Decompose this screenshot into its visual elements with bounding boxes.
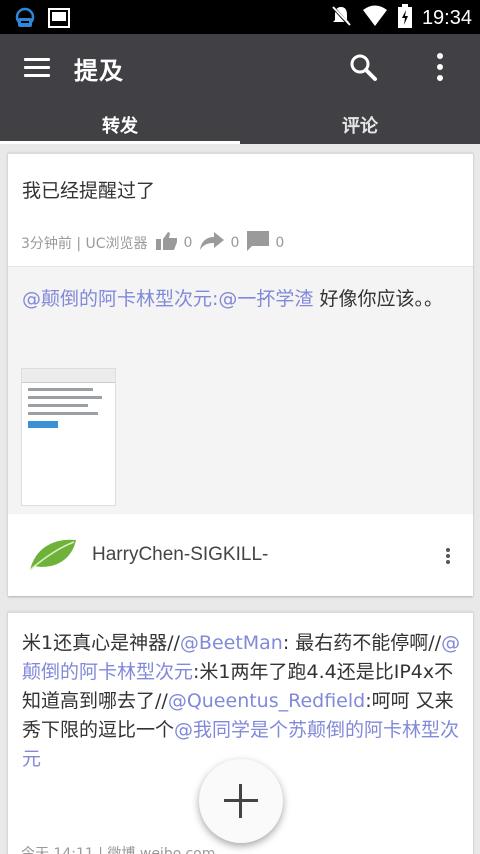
mention-link[interactable]: @BeetMan xyxy=(180,632,283,654)
search-icon[interactable] xyxy=(348,52,378,82)
status-time: 19:34 xyxy=(421,6,472,29)
repost-count: 0 xyxy=(230,235,240,251)
like-count: 0 xyxy=(183,235,193,251)
post-meta: 今天 14:11 | 微博 weibo.com xyxy=(21,846,216,854)
overflow-menu-icon[interactable] xyxy=(434,52,446,82)
comment-icon[interactable] xyxy=(247,231,270,255)
comment-meta: 3分钟前 | UC浏览器 0 0 0 xyxy=(21,231,284,255)
comment-count: 0 xyxy=(275,235,285,251)
page-title: 提及 xyxy=(74,57,124,85)
battery-charging-icon xyxy=(397,4,412,32)
mention-card[interactable]: 我已经提醒过了 3分钟前 | UC浏览器 0 0 0 @颠倒的阿卡林型次元:@一… xyxy=(8,152,473,596)
screenshot-icon xyxy=(48,8,70,32)
notification-app-icon xyxy=(14,6,36,34)
post-image-thumbnail[interactable] xyxy=(21,368,116,506)
quoted-post[interactable]: @颠倒的阿卡林型次元:@一抔学渣 好像你应该。。 xyxy=(8,266,473,514)
repost-icon[interactable] xyxy=(200,232,225,254)
wifi-icon xyxy=(362,5,388,31)
mention-link[interactable]: @颠倒的阿卡林型次元 xyxy=(22,288,212,310)
mention-link[interactable]: @我同学是个苏 xyxy=(174,719,307,741)
menu-icon[interactable] xyxy=(24,56,52,80)
mention-link[interactable]: @Queentus_Redfield xyxy=(168,690,365,712)
status-bar: 19:34 xyxy=(0,0,480,34)
quoted-post-text: @颠倒的阿卡林型次元:@一抔学渣 好像你应该。。 xyxy=(22,288,443,310)
avatar[interactable] xyxy=(28,536,78,572)
tab-bar: 转发 评论 xyxy=(0,106,480,144)
tab-comments[interactable]: 评论 xyxy=(240,112,480,138)
more-options-icon[interactable] xyxy=(445,548,451,564)
mention-link[interactable]: @一抔学渣 xyxy=(218,288,313,310)
compose-fab-button[interactable] xyxy=(199,759,283,843)
mute-icon xyxy=(330,4,352,32)
comment-source: 3分钟前 | UC浏览器 xyxy=(21,236,148,252)
tab-indicator xyxy=(0,141,240,144)
app-bar: 提及 转发 评论 xyxy=(0,34,480,144)
tab-repost[interactable]: 转发 xyxy=(0,112,240,138)
like-icon[interactable] xyxy=(155,232,178,254)
comment-text: 我已经提醒过了 xyxy=(22,180,156,202)
post-text: 米1还真心是神器//@BeetMan: 最右药不能停啊//@颠倒的阿卡林型次元:… xyxy=(22,632,461,770)
author-name[interactable]: HarryChen-SIGKILL- xyxy=(92,544,268,566)
author-row[interactable]: HarryChen-SIGKILL- xyxy=(8,514,473,596)
